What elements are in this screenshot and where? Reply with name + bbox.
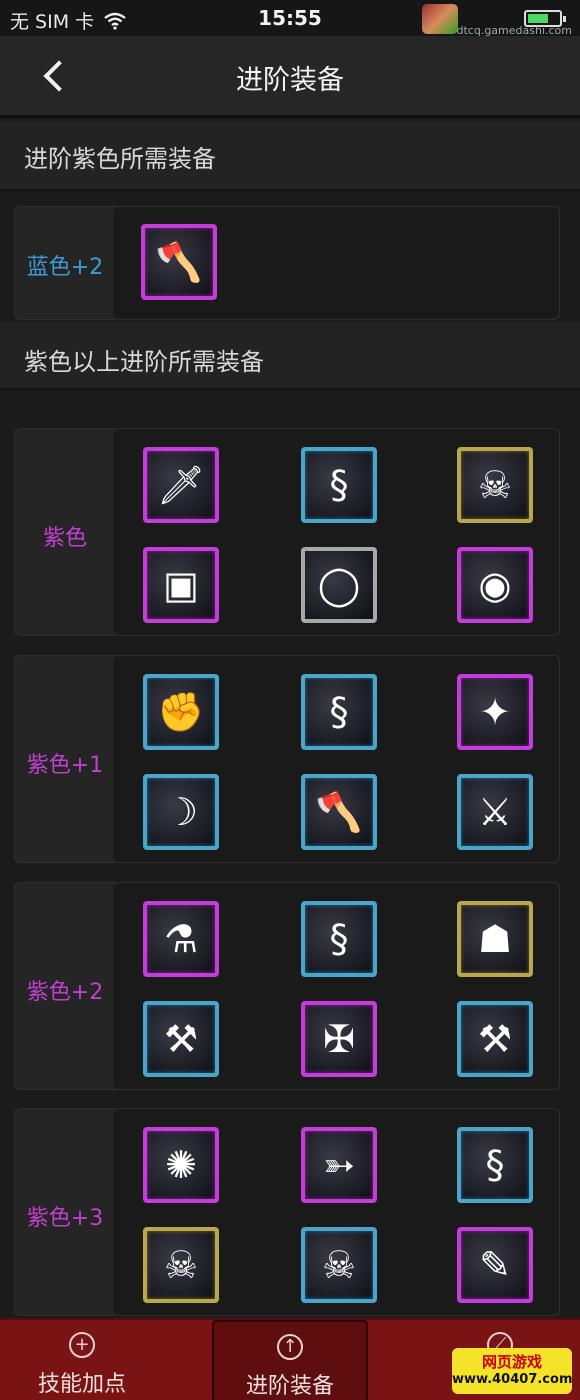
equipment-item[interactable]: ⚗ — [143, 901, 219, 977]
cloak-icon: § — [329, 917, 349, 961]
shield-skull-icon: ☠ — [477, 463, 513, 507]
hammer-icon: ⚒ — [477, 1017, 513, 1061]
dagger-icon: 🗡 — [156, 462, 206, 507]
axe-icon: 🪓 — [155, 239, 203, 284]
item-grid: 🗡 § ☠ ▣ ◯ ◉ — [113, 429, 559, 635]
arrow-up-circle-icon: ↑ — [277, 1334, 303, 1360]
potion-icon: ⚗ — [163, 917, 199, 961]
group-label: 紫色+1 — [26, 753, 104, 778]
plus-circle-icon: + — [69, 1332, 95, 1358]
equipment-item[interactable]: ☠ — [143, 1227, 219, 1303]
site-logo-url: www.40407.com — [452, 1372, 573, 1387]
equipment-item[interactable]: ✺ — [143, 1127, 219, 1203]
group-purple-plus2: 紫色+2 ⚗ § ☗ ⚒ ✠ ⚒ — [14, 882, 560, 1090]
equipment-item[interactable]: 🪓 — [301, 774, 377, 850]
section-advance-purple: 进阶紫色所需装备 — [0, 121, 580, 191]
equipment-item[interactable]: ➳ — [301, 1127, 377, 1203]
orb-icon: ◉ — [478, 563, 512, 607]
equipment-item[interactable]: 🪓 — [141, 224, 217, 300]
group-blue-plus2: 蓝色+2 🪓 — [14, 206, 560, 320]
equipment-item[interactable]: § — [457, 1127, 533, 1203]
nav-bar: 进阶装备 — [0, 36, 580, 118]
equipment-item[interactable]: ◯ — [301, 547, 377, 623]
scroll-icon: ✎ — [479, 1243, 511, 1287]
cloak-icon: § — [329, 690, 349, 734]
status-bar: 无 SIM 卡 15:55 dtcq.gamedashi.com — [0, 0, 580, 37]
equipment-item[interactable]: ✦ — [457, 674, 533, 750]
equipment-item[interactable]: § — [301, 447, 377, 523]
cloak-icon: § — [329, 463, 349, 507]
cloak-icon: § — [485, 1143, 505, 1187]
equipment-item[interactable]: ⚔ — [457, 774, 533, 850]
tab-advance-equipment[interactable]: ↑ 进阶装备 — [212, 1320, 368, 1400]
bloody-blade-icon: ☽ — [163, 790, 199, 834]
equipment-item[interactable]: ✎ — [457, 1227, 533, 1303]
equipment-item[interactable]: 🗡 — [143, 447, 219, 523]
equipment-item[interactable]: ◉ — [457, 547, 533, 623]
green-blade-icon: ✦ — [479, 690, 511, 734]
group-label: 紫色+2 — [26, 980, 104, 1005]
section-above-purple: 紫色以上进阶所需装备 — [0, 322, 580, 390]
page-title: 进阶装备 — [236, 65, 344, 96]
item-grid: ✺ ➳ § ☠ ☠ ✎ — [113, 1109, 559, 1315]
skull-staff-icon: ☠ — [321, 1243, 357, 1287]
equipment-item[interactable]: ☗ — [457, 901, 533, 977]
ring-icon: ◯ — [317, 563, 361, 607]
group-purple-plus3: 紫色+3 ✺ ➳ § ☠ ☠ ✎ — [14, 1108, 560, 1316]
equipment-item[interactable]: ✊ — [143, 674, 219, 750]
group-purple-plus1: 紫色+1 ✊ § ✦ ☽ 🪓 ⚔ — [14, 655, 560, 863]
item-grid: 🪓 — [113, 207, 559, 319]
item-grid: ✊ § ✦ ☽ 🪓 ⚔ — [113, 656, 559, 862]
tab-label: 进阶装备 — [245, 1374, 334, 1399]
gauntlet-icon: ✊ — [157, 689, 205, 734]
section-title: 紫色以上进阶所需装备 — [24, 348, 264, 376]
equipment-item[interactable]: ⚒ — [457, 1001, 533, 1077]
dark-sword-icon: ✠ — [323, 1017, 355, 1061]
sword-icon: ⚔ — [477, 790, 513, 834]
equipment-item[interactable]: ✠ — [301, 1001, 377, 1077]
game-logo-icon — [422, 4, 458, 34]
equipment-item[interactable]: ☠ — [301, 1227, 377, 1303]
group-purple: 紫色 🗡 § ☠ ▣ ◯ ◉ — [14, 428, 560, 636]
hood-icon: ☗ — [477, 917, 513, 961]
site-logo-title: 网页游戏 — [481, 1353, 542, 1371]
group-label: 紫色 — [42, 526, 87, 551]
armor-icon: ▣ — [163, 563, 199, 607]
tab-skill-points[interactable]: + 技能加点 — [4, 1320, 160, 1400]
equipment-item[interactable]: ▣ — [143, 547, 219, 623]
equipment-item[interactable]: § — [301, 901, 377, 977]
group-label: 蓝色+2 — [26, 255, 104, 280]
section-title: 进阶紫色所需装备 — [24, 145, 216, 173]
equipment-item[interactable]: ☽ — [143, 774, 219, 850]
item-grid: ⚗ § ☗ ⚒ ✠ ⚒ — [113, 883, 559, 1089]
tab-label: 技能加点 — [37, 1372, 126, 1397]
site-logo: 网页游戏 www.40407.com — [452, 1348, 573, 1394]
equipment-item[interactable]: ⚒ — [143, 1001, 219, 1077]
cleaver-icon: ⚒ — [163, 1017, 199, 1061]
group-label: 紫色+3 — [26, 1206, 104, 1231]
equipment-item[interactable]: ☠ — [457, 447, 533, 523]
light-orb-icon: ✺ — [165, 1143, 197, 1187]
shield-skull-icon: ☠ — [163, 1243, 199, 1287]
axe-icon: 🪓 — [315, 789, 363, 834]
crossbow-icon: ➳ — [323, 1143, 355, 1187]
equipment-item[interactable]: § — [301, 674, 377, 750]
